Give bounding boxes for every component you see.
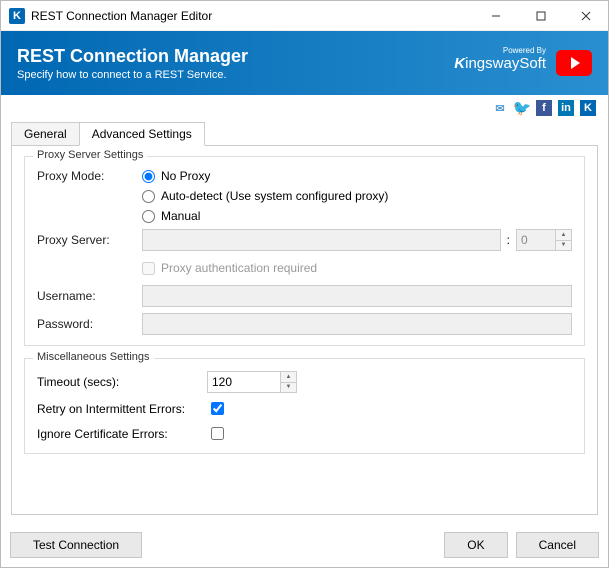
ignore-cert-checkbox[interactable] [211, 427, 224, 440]
misc-settings-group: Miscellaneous Settings Timeout (secs): ▲… [24, 358, 585, 454]
proxy-mode-no-proxy[interactable]: No Proxy [142, 169, 388, 183]
radio-label: No Proxy [161, 169, 210, 183]
page-title: REST Connection Manager [17, 46, 454, 67]
password-input[interactable] [142, 313, 572, 335]
proxy-mode-label: Proxy Mode: [37, 169, 142, 183]
spin-up-icon[interactable]: ▲ [555, 230, 571, 240]
cancel-button[interactable]: Cancel [516, 532, 599, 558]
dialog-footer: Test Connection OK Cancel [10, 532, 599, 558]
facebook-icon[interactable]: f [536, 100, 552, 116]
radio-label: Auto-detect (Use system configured proxy… [161, 189, 388, 203]
radio-no-proxy[interactable] [142, 170, 155, 183]
proxy-server-input[interactable] [142, 229, 501, 251]
username-input[interactable] [142, 285, 572, 307]
linkedin-icon[interactable]: in [558, 100, 574, 116]
proxy-group-label: Proxy Server Settings [33, 149, 147, 161]
tab-content: Proxy Server Settings Proxy Mode: No Pro… [11, 145, 598, 515]
ok-button[interactable]: OK [444, 532, 507, 558]
proxy-auth-checkbox-row[interactable]: Proxy authentication required [142, 261, 317, 275]
brand-icon[interactable]: K [580, 100, 596, 116]
tab-strip: General Advanced Settings [11, 122, 598, 146]
proxy-port-input[interactable] [517, 233, 555, 247]
proxy-mode-manual[interactable]: Manual [142, 209, 388, 223]
spin-down-icon[interactable]: ▼ [555, 240, 571, 251]
minimize-button[interactable] [473, 1, 518, 31]
page-subtitle: Specify how to connect to a REST Service… [17, 69, 454, 81]
social-bar: ✉ 🐦 f in K [1, 95, 608, 121]
tab-general[interactable]: General [11, 122, 80, 146]
maximize-button[interactable] [518, 1, 563, 31]
timeout-spinner[interactable]: ▲▼ [207, 371, 297, 393]
timeout-label: Timeout (secs): [37, 375, 207, 389]
proxy-mode-auto-detect[interactable]: Auto-detect (Use system configured proxy… [142, 189, 388, 203]
spin-down-icon[interactable]: ▼ [280, 382, 296, 393]
port-separator: : [507, 233, 510, 247]
brand-logo: Powered By KingswaySoft [454, 55, 546, 72]
timeout-input[interactable] [208, 375, 246, 389]
radio-label: Manual [161, 209, 200, 223]
header-banner: REST Connection Manager Specify how to c… [1, 31, 608, 95]
twitter-icon[interactable]: 🐦 [514, 100, 530, 116]
ignore-cert-label: Ignore Certificate Errors: [37, 427, 207, 441]
mail-icon[interactable]: ✉ [492, 100, 508, 116]
misc-group-label: Miscellaneous Settings [33, 351, 154, 363]
app-icon: K [9, 8, 25, 24]
proxy-port-spinner[interactable]: ▲▼ [516, 229, 572, 251]
retry-label: Retry on Intermittent Errors: [37, 402, 207, 416]
retry-checkbox[interactable] [211, 402, 224, 415]
radio-auto-detect[interactable] [142, 190, 155, 203]
checkbox-label: Proxy authentication required [161, 261, 317, 275]
window-title: REST Connection Manager Editor [31, 9, 473, 23]
youtube-icon[interactable] [556, 50, 592, 76]
proxy-server-label: Proxy Server: [37, 233, 142, 247]
tab-advanced-settings[interactable]: Advanced Settings [79, 122, 205, 146]
close-button[interactable] [563, 1, 608, 31]
window-titlebar: K REST Connection Manager Editor [1, 1, 608, 31]
username-label: Username: [37, 289, 142, 303]
proxy-auth-checkbox[interactable] [142, 262, 155, 275]
proxy-settings-group: Proxy Server Settings Proxy Mode: No Pro… [24, 156, 585, 346]
radio-manual[interactable] [142, 210, 155, 223]
test-connection-button[interactable]: Test Connection [10, 532, 142, 558]
password-label: Password: [37, 317, 142, 331]
spin-up-icon[interactable]: ▲ [280, 372, 296, 382]
